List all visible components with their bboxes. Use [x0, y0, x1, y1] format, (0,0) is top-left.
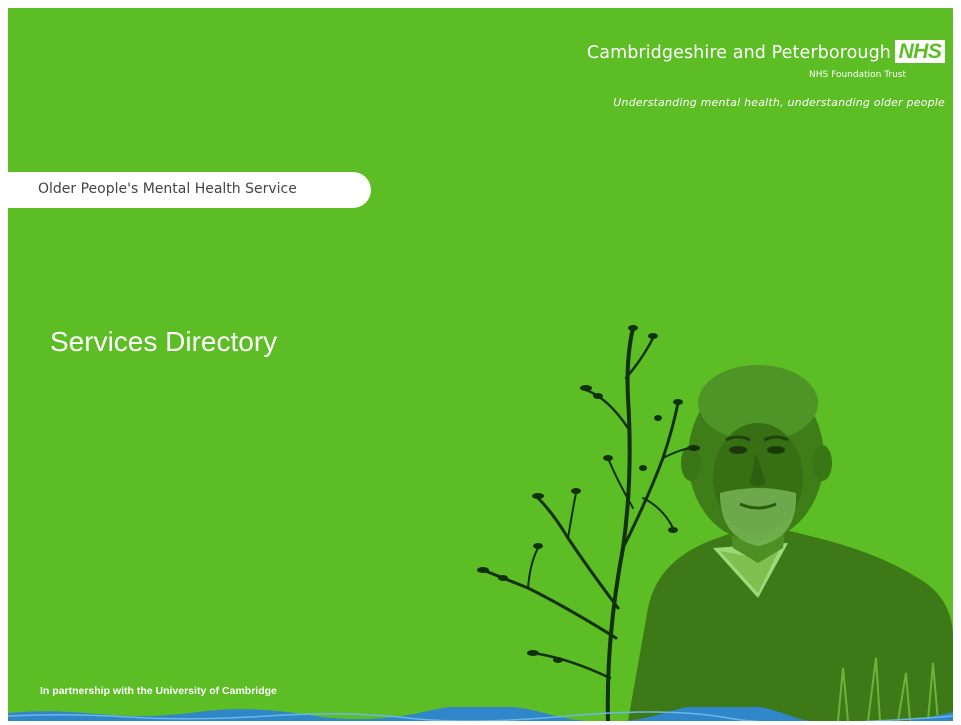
nhs-logo-text: NHS: [898, 40, 942, 63]
nhs-logo: NHS: [895, 40, 945, 63]
tagline: Understanding mental health, understandi…: [613, 96, 945, 109]
water-band: [8, 707, 953, 721]
illustration: [477, 325, 953, 721]
organization-name: Cambridgeshire and Peterborough: [586, 43, 891, 63]
service-banner: Older People's Mental Health Service: [8, 172, 371, 208]
organization-subtitle: NHS Foundation Trust: [809, 70, 906, 80]
page-title: Services Directory: [50, 326, 278, 357]
person-photo: [628, 365, 953, 721]
service-banner-label: Older People's Mental Health Service: [38, 181, 297, 197]
title-slide: Cambridgeshire and Peterborough NHS NHS …: [8, 8, 953, 721]
partnership-text: In partnership with the University of Ca…: [40, 685, 277, 697]
